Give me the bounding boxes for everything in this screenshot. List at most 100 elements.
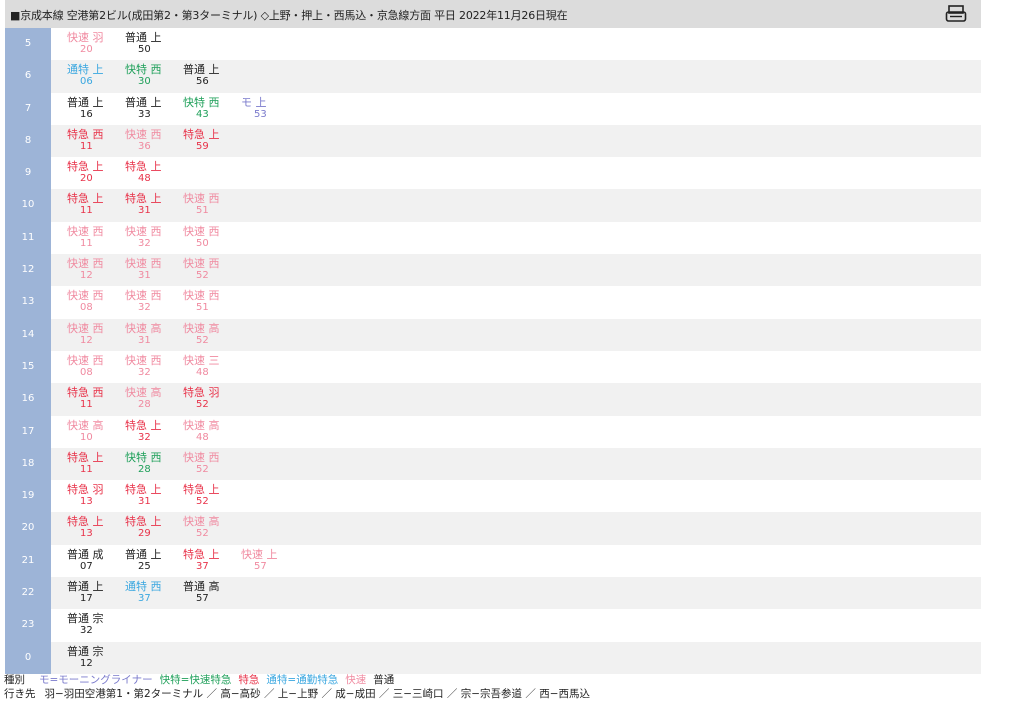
departure-entry[interactable]: 特急 上 13	[67, 516, 117, 540]
departure-entry[interactable]: 快速 西 31	[125, 258, 175, 282]
departure-minute: 25	[138, 560, 151, 572]
departure-entry[interactable]: 快速 西 52	[183, 451, 233, 475]
departure-minute: 32	[80, 625, 93, 637]
train-type: 快特	[125, 450, 147, 464]
departure-entry[interactable]: 特急 上 32	[125, 419, 175, 443]
hour-row: 16 特急 西 11 快速 高 28 特急 羽 52	[5, 383, 981, 416]
legend-type-heading: 種別	[4, 674, 25, 686]
departure-entry[interactable]: 特急 西 11	[67, 386, 117, 411]
departure-entry[interactable]: 快速 三 48	[183, 354, 233, 378]
printer-icon[interactable]	[945, 4, 967, 24]
train-type: 通特	[125, 580, 147, 594]
hour-label: 23	[5, 609, 51, 642]
departure-minute: 48	[196, 431, 209, 443]
departure-entry[interactable]: 普通 上 16	[67, 96, 117, 120]
departure-entry[interactable]: 普通 成 07	[67, 548, 117, 572]
departure-entry[interactable]: 通特 西 37	[125, 580, 175, 605]
departure-minute: 11	[80, 237, 93, 249]
departure-entry[interactable]: 普通 高 57	[183, 581, 233, 605]
train-destination: 西	[92, 289, 104, 303]
departure-entry[interactable]: 快速 西 32	[125, 290, 175, 314]
departure-entry[interactable]: モ 上 53	[241, 96, 291, 120]
departure-entry[interactable]: 特急 羽 52	[183, 387, 233, 411]
train-type: 特急	[125, 483, 147, 497]
departure-entry[interactable]: 特急 上 29	[125, 515, 175, 540]
departure-entry[interactable]: 特急 羽 13	[67, 484, 117, 508]
departure-entry[interactable]: 快速 西 12	[67, 258, 117, 282]
train-label: 特急 上	[125, 193, 175, 205]
departure-entry[interactable]: 快速 高 52	[183, 322, 233, 346]
departure-entry[interactable]: 特急 上 31	[125, 483, 175, 508]
train-destination: 上	[92, 580, 104, 594]
departure-entry[interactable]: 快速 西 08	[67, 354, 117, 378]
departure-entry[interactable]: 快速 西 11	[67, 225, 117, 249]
departure-entry[interactable]: 快速 西 51	[183, 192, 233, 217]
hour-row: 20 特急 上 13 特急 上 29 快速 高 52	[5, 512, 981, 545]
departure-entry[interactable]: 快速 高 28	[125, 387, 175, 411]
departure-entry[interactable]: 快速 高 10	[67, 419, 117, 443]
departure-entry[interactable]: 特急 上 20	[67, 161, 117, 185]
departure-entry[interactable]: 快速 高 31	[125, 322, 175, 346]
departure-entry[interactable]: 普通 上 17	[67, 580, 117, 605]
departure-entry[interactable]: 快速 西 32	[125, 225, 175, 249]
departure-entry[interactable]: 普通 上 50	[125, 32, 175, 56]
hour-label: 6	[5, 60, 51, 93]
departure-entry[interactable]: 特急 上 52	[183, 484, 233, 508]
train-destination: 上	[150, 515, 162, 529]
train-destination: 西	[150, 450, 162, 464]
departure-entry[interactable]: 特急 西 11	[67, 128, 117, 152]
departure-entry[interactable]: 快速 西 12	[67, 322, 117, 346]
departure-entry[interactable]: 快特 西 28	[125, 450, 175, 475]
train-label: 特急 上	[183, 548, 233, 561]
departure-entry[interactable]: 普通 上 33	[125, 96, 175, 120]
departure-minute: 30	[138, 76, 151, 88]
departure-entry[interactable]: 特急 上 48	[125, 161, 175, 185]
departure-entry[interactable]: 快速 西 36	[125, 127, 175, 152]
departure-entry[interactable]: 快速 高 52	[183, 516, 233, 540]
departure-entry[interactable]: 特急 上 59	[183, 128, 233, 152]
departure-entry[interactable]: 快速 羽 20	[67, 32, 117, 56]
train-label: 快速 西	[125, 127, 175, 141]
departure-entry[interactable]: 通特 上 06	[67, 64, 117, 88]
train-destination: 西	[150, 63, 162, 77]
train-label: 特急 羽	[183, 387, 233, 399]
hour-label: 19	[5, 480, 51, 513]
train-destination: 西	[208, 192, 220, 206]
departure-entry[interactable]: 快特 西 30	[125, 63, 175, 88]
departure-entry[interactable]: 特急 上 37	[183, 548, 233, 572]
departure-minute: 06	[80, 76, 93, 88]
train-destination: 西	[150, 257, 162, 271]
departure-entry[interactable]: 快速 高 48	[183, 419, 233, 443]
departure-entry[interactable]: 快速 西 52	[183, 258, 233, 282]
departure-minute: 32	[138, 431, 151, 443]
departure-entry[interactable]: 普通 宗 32	[67, 613, 117, 637]
departure-entry[interactable]: 特急 上 31	[125, 193, 175, 217]
train-label: 普通 上	[125, 32, 175, 44]
train-label: 快速 西	[183, 225, 233, 238]
departure-minute: 52	[196, 528, 209, 540]
departure-entry[interactable]: 特急 上 11	[67, 193, 117, 217]
departure-entry[interactable]: 快速 西 51	[183, 290, 233, 314]
train-label: 快速 高	[183, 322, 233, 335]
train-label: 快速 西	[125, 258, 175, 270]
departure-entry[interactable]: 普通 宗 12	[67, 645, 117, 669]
departure-entry[interactable]: 特急 上 11	[67, 451, 117, 475]
departure-minute: 56	[196, 76, 209, 88]
departure-minute: 12	[80, 334, 93, 346]
departure-entry[interactable]: 普通 上 25	[125, 548, 175, 572]
departure-entry[interactable]: 快速 上 57	[241, 547, 291, 572]
train-destination: 上	[266, 547, 278, 561]
departure-entry[interactable]: 快速 西 50	[183, 225, 233, 249]
legend-dest-heading: 行き先	[4, 688, 36, 700]
departure-entry[interactable]: 快特 西 43	[183, 96, 233, 120]
train-type: 特急	[67, 386, 89, 400]
train-label: 快速 三	[183, 354, 233, 367]
departure-entry[interactable]: 快速 西 32	[125, 354, 175, 378]
departure-entry[interactable]: 普通 上 56	[183, 63, 233, 88]
departure-minute: 52	[196, 270, 209, 282]
departure-entry[interactable]: 快速 西 08	[67, 290, 117, 314]
train-type: 普通	[183, 63, 205, 77]
train-label: 快速 西	[67, 290, 117, 302]
train-label: 普通 上	[125, 548, 175, 561]
train-type: 快速	[125, 127, 147, 141]
